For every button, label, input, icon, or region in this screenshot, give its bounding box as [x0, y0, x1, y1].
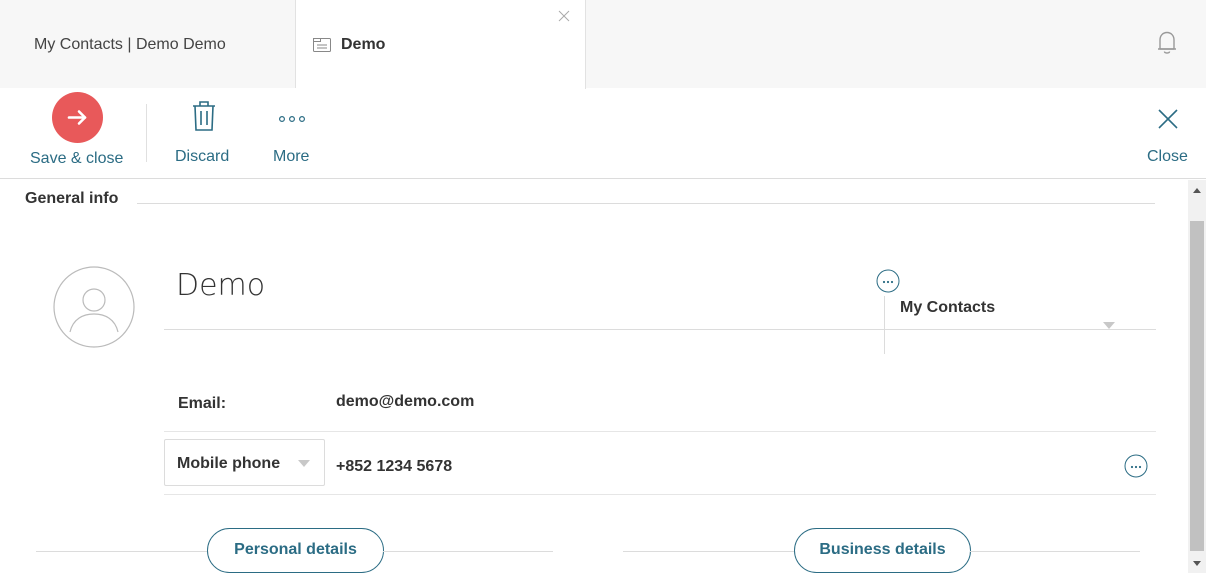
email-field[interactable]: demo@demo.com — [336, 393, 474, 411]
scroll-up-arrow[interactable] — [1193, 188, 1201, 193]
caret-down-icon — [298, 460, 310, 467]
save-close-label: Save & close — [30, 150, 124, 167]
email-row-divider — [164, 431, 1156, 432]
business-details-button[interactable]: Business details — [794, 528, 971, 573]
scrollbar-thumb[interactable] — [1190, 221, 1204, 551]
scroll-down-arrow[interactable] — [1193, 561, 1201, 566]
trash-icon — [193, 101, 215, 131]
tab-close-icon[interactable] — [558, 10, 570, 22]
business-details-label: Business details — [819, 541, 946, 558]
contact-card-icon — [313, 38, 331, 52]
arrow-right-icon — [67, 110, 87, 125]
more-label: More — [273, 148, 310, 165]
scrollbar[interactable] — [1188, 180, 1206, 573]
tab-bar: My Contacts | Demo Demo Demo — [0, 0, 1206, 89]
ellipsis-icon[interactable] — [876, 269, 900, 293]
section-divider — [137, 203, 1155, 204]
phone-row-divider — [164, 494, 1156, 495]
save-button-circle[interactable] — [52, 92, 103, 143]
discard-label: Discard — [175, 148, 230, 165]
name-underline — [164, 329, 1156, 330]
pill-divider-right — [970, 551, 1140, 552]
toolbar-divider — [146, 104, 147, 162]
section-title-general-info: General info — [25, 190, 119, 207]
phone-type-select[interactable]: Mobile phone — [164, 439, 325, 486]
close-icon — [1158, 109, 1178, 129]
contact-name-field[interactable]: Demo — [176, 268, 265, 303]
personal-details-label: Personal details — [234, 541, 357, 558]
more-dots-icon — [278, 115, 306, 123]
folder-select-value: My Contacts — [900, 299, 996, 316]
folder-select[interactable]: My Contacts — [900, 299, 1120, 327]
bell-icon[interactable] — [1156, 30, 1178, 56]
tab-demo[interactable]: Demo — [296, 0, 586, 89]
personal-details-button[interactable]: Personal details — [207, 528, 384, 573]
caret-down-icon[interactable] — [1103, 322, 1115, 330]
close-label: Close — [1147, 148, 1188, 165]
avatar-icon[interactable] — [53, 266, 135, 348]
phone-type-value: Mobile phone — [177, 455, 281, 472]
tab-my-contacts[interactable]: My Contacts | Demo Demo — [0, 0, 296, 88]
tab-my-contacts-label: My Contacts | Demo Demo — [34, 36, 226, 53]
phone-field[interactable]: +852 1234 5678 — [336, 458, 452, 476]
tab-bar-empty — [586, 0, 1206, 88]
pill-divider-mid-left — [383, 551, 553, 552]
folder-divider — [884, 296, 885, 354]
toolbar: Save & close Discard More Close — [0, 89, 1206, 179]
email-label: Email: — [178, 395, 227, 412]
ellipsis-icon[interactable] — [1124, 454, 1148, 478]
pill-divider-left — [36, 551, 208, 552]
pill-divider-mid-right — [623, 551, 795, 552]
tab-demo-label: Demo — [341, 36, 386, 53]
